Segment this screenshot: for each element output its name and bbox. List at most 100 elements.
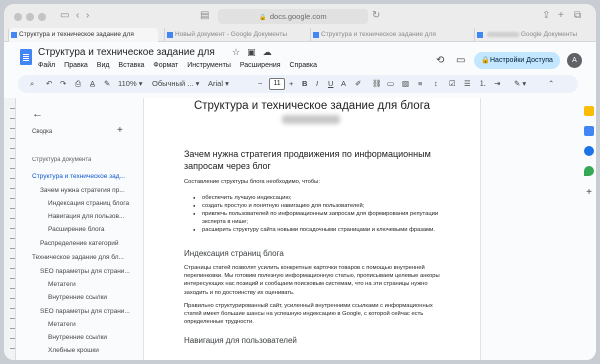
- menu-edit[interactable]: Правка: [64, 62, 88, 69]
- move-folder-icon[interactable]: ▣: [247, 47, 256, 57]
- outline-item[interactable]: Техническое задание для бл...: [32, 254, 136, 261]
- menu-file[interactable]: Файл: [38, 62, 55, 69]
- reload-icon[interactable]: ↻: [372, 9, 380, 23]
- menu-help[interactable]: Справка: [290, 62, 317, 69]
- tab-1[interactable]: Структура и техническое задание для: [8, 28, 158, 42]
- title-actions: ☆ ▣ ☁: [232, 47, 279, 58]
- document-outline: ← Сводка + Структура документа Структура…: [16, 98, 138, 360]
- docs-favicon-icon: [11, 32, 17, 38]
- tasks-icon[interactable]: [584, 126, 594, 136]
- lock-icon: 🔒: [259, 15, 267, 21]
- add-summary-icon[interactable]: +: [117, 125, 123, 136]
- document-title[interactable]: Структура и техническое задание для: [38, 47, 215, 58]
- line-spacing-icon[interactable]: ↕: [434, 78, 438, 90]
- outline-item[interactable]: Индексация страниц блога: [48, 200, 136, 207]
- outline-item[interactable]: SEO параметры для страни...: [40, 308, 136, 315]
- outline-item[interactable]: Зачем нужна стратегия пр...: [40, 187, 136, 194]
- underline-icon[interactable]: U: [328, 78, 333, 90]
- maps-icon[interactable]: [584, 166, 594, 176]
- outline-item[interactable]: Внутренние ссылки: [48, 334, 136, 341]
- paint-format-icon[interactable]: ✎: [104, 78, 110, 90]
- menu-tools[interactable]: Инструменты: [187, 62, 231, 69]
- align-icon[interactable]: ≡: [418, 78, 422, 90]
- outline-item[interactable]: Распределение категорий: [40, 240, 136, 247]
- keep-icon[interactable]: [584, 106, 594, 116]
- share-label: Настройки Доступа: [490, 57, 553, 64]
- outline-item[interactable]: Расширение блога: [48, 226, 136, 233]
- text-color-icon[interactable]: A: [341, 78, 346, 90]
- menu-extensions[interactable]: Расширения: [240, 62, 281, 69]
- tab-overview-icon[interactable]: ⧉: [574, 9, 581, 23]
- zoom-window-button[interactable]: [38, 13, 46, 21]
- menu-format[interactable]: Формат: [153, 62, 178, 69]
- heading-navigation: Навигация для пользователей: [184, 336, 297, 345]
- vertical-ruler[interactable]: [4, 98, 16, 360]
- style-select[interactable]: Обычный ... ▾: [152, 78, 199, 90]
- outline-item[interactable]: Внутренние ссылки: [48, 294, 136, 301]
- share-page-icon[interactable]: ⇪: [542, 9, 550, 23]
- cloud-status-icon[interactable]: ☁: [263, 47, 272, 57]
- back-icon[interactable]: ‹: [76, 9, 79, 23]
- address-text: docs.google.com: [269, 12, 327, 21]
- screen: ▭ ‹ › ▤ 🔒 docs.google.com ↻ ⇪ + ⧉ Структу…: [0, 0, 600, 364]
- link-icon[interactable]: ⛓: [372, 78, 382, 90]
- print-icon[interactable]: ⎙: [75, 78, 81, 90]
- bullet-item: расширить структуру сайта новыми посадоч…: [193, 226, 442, 234]
- document-page[interactable]: Структура и техническое задание для блог…: [144, 98, 480, 360]
- page-title: Структура и техническое задание для блог…: [193, 100, 431, 112]
- tab-3[interactable]: Структура и техническое задание для: [310, 28, 470, 42]
- increase-font-icon[interactable]: +: [289, 78, 293, 90]
- reader-icon[interactable]: ▤: [200, 9, 209, 23]
- forward-icon[interactable]: ›: [86, 9, 89, 23]
- bold-icon[interactable]: B: [302, 78, 307, 90]
- avatar[interactable]: A: [567, 53, 582, 68]
- tab-4[interactable]: Google Документы: [474, 28, 592, 42]
- new-tab-icon[interactable]: +: [558, 9, 564, 23]
- outline-item[interactable]: Хлебные крошки: [48, 347, 136, 354]
- docs-favicon-icon: [313, 32, 319, 38]
- highlight-icon[interactable]: ✐: [355, 78, 361, 90]
- redo-icon[interactable]: ↷: [60, 78, 66, 90]
- font-select[interactable]: Arial ▾: [208, 78, 229, 90]
- tab-label: Google Документы: [520, 31, 578, 38]
- editing-mode-icon[interactable]: ✎ ▾: [514, 78, 526, 90]
- indent-icon[interactable]: ⇥: [494, 78, 500, 90]
- checklist-icon[interactable]: ☑: [449, 78, 456, 90]
- font-size-input[interactable]: 11: [269, 78, 285, 90]
- document-canvas[interactable]: Структура и техническое задание для блог…: [138, 98, 582, 360]
- spellcheck-icon[interactable]: A̲: [90, 78, 95, 90]
- outline-item[interactable]: Навигация для пользов...: [48, 213, 136, 220]
- zoom-select[interactable]: 110% ▾: [118, 78, 143, 90]
- comment-add-icon[interactable]: ▭: [387, 78, 394, 90]
- menu-insert[interactable]: Вставка: [118, 62, 144, 69]
- close-window-button[interactable]: [14, 13, 22, 21]
- outline-item[interactable]: Метатеги: [48, 281, 136, 288]
- share-button[interactable]: 🔒 Настройки Доступа: [474, 52, 560, 69]
- numbered-list-icon[interactable]: ⒈: [479, 78, 487, 90]
- outline-item[interactable]: Метатеги: [48, 321, 136, 328]
- image-icon[interactable]: ▨: [402, 78, 409, 90]
- collapse-menus-icon[interactable]: ⌃: [548, 78, 554, 90]
- outline-item[interactable]: Структура и техническое зад...: [32, 173, 136, 180]
- decrease-font-icon[interactable]: −: [258, 78, 262, 90]
- add-addon-icon[interactable]: +: [584, 188, 594, 198]
- italic-icon[interactable]: I: [316, 78, 318, 90]
- outline-item[interactable]: SEO параметры для страни...: [40, 268, 136, 275]
- history-icon[interactable]: ⟲: [436, 55, 444, 66]
- star-icon[interactable]: ☆: [232, 47, 240, 57]
- redacted-text: [487, 31, 519, 37]
- back-arrow-icon[interactable]: ←: [32, 108, 43, 120]
- bulleted-list-icon[interactable]: ☰: [464, 78, 471, 90]
- menu-view[interactable]: Вид: [97, 62, 110, 69]
- tab-label: Новый документ - Google Документы: [175, 31, 288, 38]
- contacts-icon[interactable]: [584, 146, 594, 156]
- undo-icon[interactable]: ↶: [46, 78, 52, 90]
- comments-icon[interactable]: ▭: [456, 55, 465, 66]
- minimize-window-button[interactable]: [26, 13, 34, 21]
- tab-label: Структура и техническое задание для: [321, 31, 436, 38]
- sidebar-toggle-icon[interactable]: ▭: [60, 9, 69, 23]
- docs-logo-icon[interactable]: [20, 49, 32, 65]
- tab-2[interactable]: Новый документ - Google Документы: [164, 28, 304, 42]
- address-bar[interactable]: 🔒 docs.google.com: [218, 9, 368, 24]
- search-menus-icon[interactable]: ⌕: [30, 78, 34, 90]
